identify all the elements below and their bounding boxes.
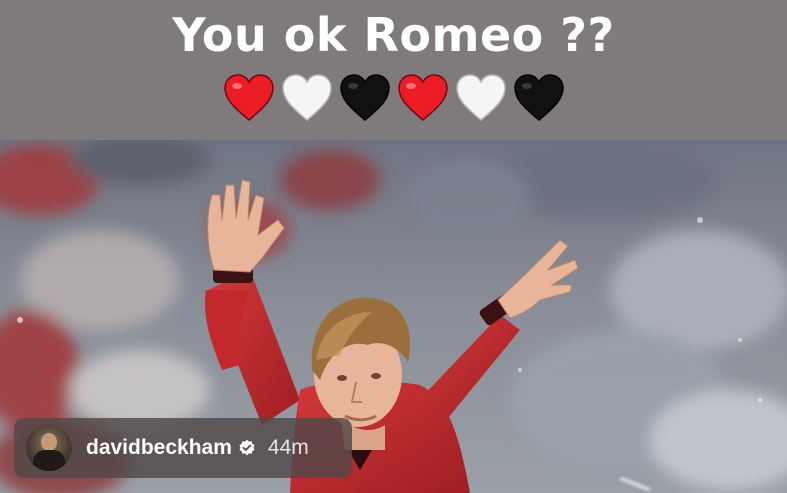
avatar[interactable] (26, 425, 72, 471)
avatar-body (33, 450, 65, 471)
avatar-head (41, 433, 57, 451)
white-heart-icon (281, 74, 332, 121)
story-author-pill[interactable]: davidbeckham 44m (14, 418, 352, 478)
story-caption: You ok Romeo ?? (172, 8, 615, 62)
black-heart-icon (513, 74, 564, 121)
black-heart-icon (339, 74, 390, 121)
story-caption-band: You ok Romeo ?? (0, 0, 787, 140)
author-username[interactable]: davidbeckham (86, 436, 232, 460)
white-heart-icon (455, 74, 506, 121)
verified-badge-icon (239, 439, 255, 456)
red-heart-icon (397, 74, 448, 121)
post-timestamp: 44m (267, 436, 309, 459)
heart-emoji-row (0, 72, 787, 124)
red-heart-icon (223, 74, 274, 121)
